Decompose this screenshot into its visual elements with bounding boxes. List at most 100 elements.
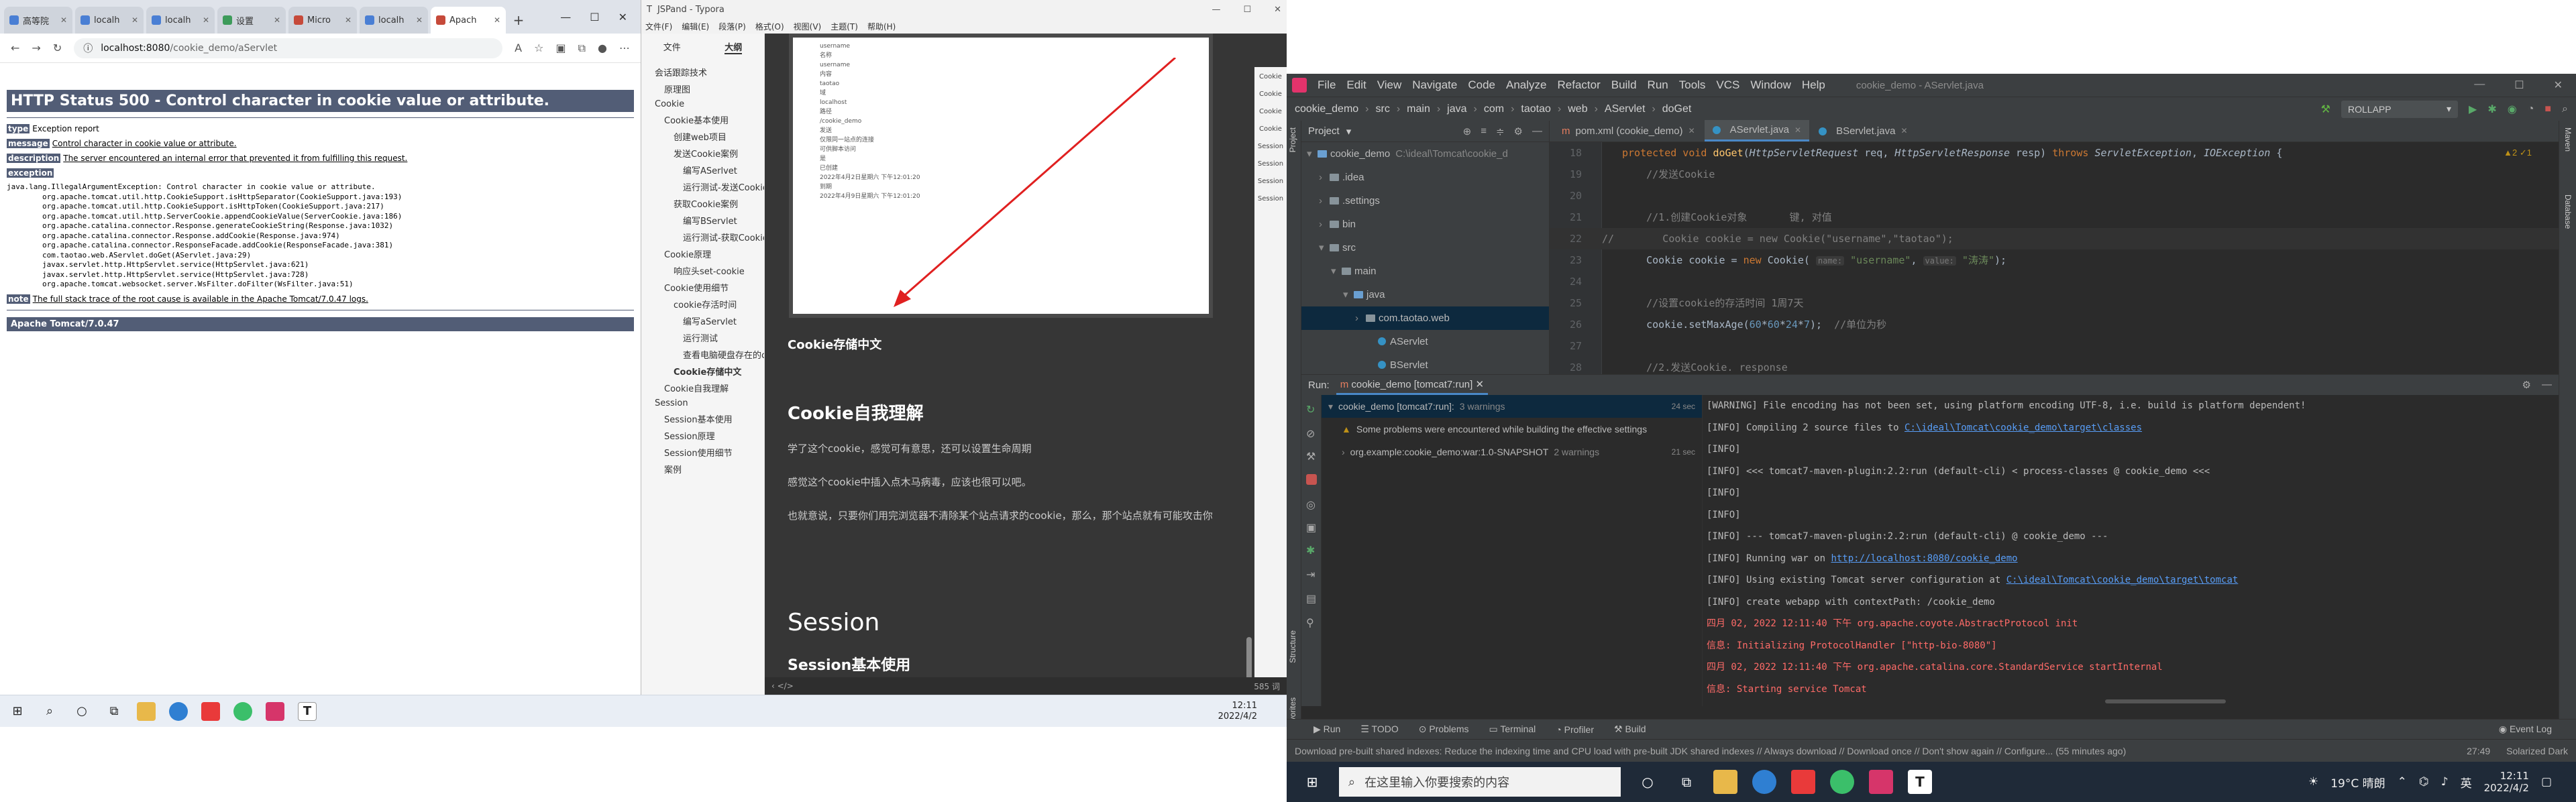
tree-node[interactable]: AServlet bbox=[1301, 330, 1549, 353]
close-icon[interactable]: ✕ bbox=[60, 15, 67, 25]
coverage-icon[interactable]: ◉ bbox=[2508, 103, 2517, 116]
console-scrollbar[interactable] bbox=[2105, 699, 2226, 703]
layout-icon[interactable]: ▤ bbox=[1306, 592, 1317, 605]
edge-icon[interactable] bbox=[1752, 770, 1776, 794]
stop-icon[interactable] bbox=[1306, 474, 1317, 485]
outline-item[interactable]: 编写aServlet bbox=[641, 312, 764, 329]
tree-node[interactable]: › .idea bbox=[1301, 166, 1549, 189]
outline-item[interactable]: Session使用细节 bbox=[641, 444, 764, 461]
console-link[interactable]: C:\ideal\Tomcat\cookie_demo\target\class… bbox=[1904, 422, 2142, 433]
minimize-icon[interactable]: — bbox=[560, 11, 571, 23]
tool-profiler[interactable]: ◔ Profiler bbox=[1556, 724, 1594, 735]
browser-tab[interactable]: localh ✕ bbox=[75, 7, 144, 34]
close-icon[interactable]: ✕ bbox=[131, 15, 138, 25]
browser-tab[interactable]: localh ✕ bbox=[360, 7, 428, 34]
close-icon[interactable]: ✕ bbox=[203, 15, 209, 25]
menu-tools[interactable]: Tools bbox=[1679, 78, 1706, 92]
cortana-icon[interactable]: ○ bbox=[1635, 770, 1660, 794]
tool-problems[interactable]: ⊙ Problems bbox=[1419, 724, 1469, 735]
tree-node[interactable]: ▾ main bbox=[1301, 260, 1549, 283]
pin-icon[interactable]: ⚲ bbox=[1306, 616, 1317, 629]
back-icon[interactable]: ← bbox=[11, 42, 19, 54]
maven-tool-tab[interactable]: Maven bbox=[2563, 127, 2573, 152]
tree-node[interactable]: › com.taotao.web bbox=[1301, 306, 1549, 330]
run-console[interactable]: [WARNING] File encoding has not been set… bbox=[1703, 395, 2559, 706]
tree-node[interactable]: › .settings bbox=[1301, 189, 1549, 213]
build-hammer-icon[interactable]: ⚒ bbox=[2321, 103, 2330, 116]
outline-item[interactable]: Session基本使用 bbox=[641, 410, 764, 427]
run-config-select[interactable]: ROLLAPP ▾ bbox=[2341, 100, 2458, 118]
tree-node[interactable]: ▾ cookie_demo C:\ideal\Tomcat\cookie_d bbox=[1301, 142, 1549, 166]
breadcrumb-item[interactable]: doGet bbox=[1662, 103, 1692, 115]
volume-icon[interactable]: ♪ bbox=[2441, 775, 2449, 789]
outline-item[interactable]: 编写ASerlvet bbox=[641, 162, 764, 178]
menu-build[interactable]: Build bbox=[1611, 78, 1637, 92]
outline-item[interactable]: Cookie使用细节 bbox=[641, 279, 764, 296]
chevron-right-icon[interactable]: ▾ bbox=[1319, 236, 1330, 260]
windows-start-icon[interactable]: ⊞ bbox=[1300, 770, 1324, 794]
tab-files[interactable]: 文件 bbox=[663, 40, 681, 54]
chevron-up-icon[interactable]: ⌃ bbox=[2398, 775, 2407, 789]
console-link[interactable]: http://localhost:8080/cookie_demo bbox=[1831, 553, 2017, 564]
menu-edit[interactable]: 编辑(E) bbox=[682, 21, 709, 32]
menu-help[interactable]: Help bbox=[1802, 78, 1825, 92]
outline-item[interactable]: 案例 bbox=[641, 461, 764, 477]
tab-outline[interactable]: 大纲 bbox=[724, 40, 743, 54]
taskbar-search[interactable]: ⌕ 在这里输入你要搜索的内容 bbox=[1339, 767, 1621, 797]
chevron-right-icon[interactable]: ▾ bbox=[1307, 142, 1318, 166]
task-view-icon[interactable]: ⧉ bbox=[105, 702, 123, 721]
close-icon[interactable]: ✕ bbox=[1274, 5, 1281, 15]
expand-icon[interactable]: ≑ bbox=[1496, 125, 1505, 137]
read-aloud-icon[interactable]: A bbox=[515, 42, 522, 54]
code-area[interactable]: ▲2 ✓1 18 protected void doGet(HttpServlet… bbox=[1550, 142, 2559, 374]
right-panel-item[interactable]: Session bbox=[1254, 160, 1287, 169]
maximize-icon[interactable]: ☐ bbox=[1243, 5, 1251, 15]
project-tool-tab[interactable]: Project bbox=[1288, 127, 1300, 152]
word-count[interactable]: 585 词 bbox=[1254, 681, 1280, 692]
chevron-down-icon[interactable]: ▾ bbox=[1346, 125, 1352, 137]
collections-icon[interactable]: ⧉ bbox=[578, 42, 586, 55]
right-panel-item[interactable]: Cookie bbox=[1254, 107, 1287, 117]
breadcrumb-item[interactable]: com bbox=[1484, 103, 1504, 115]
browser-tab[interactable]: 设置 ✕ bbox=[217, 7, 286, 34]
close-icon[interactable]: ✕ bbox=[1794, 125, 1801, 135]
outline-item[interactable]: Cookie bbox=[641, 97, 764, 111]
wrench-icon[interactable]: ⚒ bbox=[1306, 450, 1317, 463]
export-icon[interactable]: ⇥ bbox=[1306, 568, 1317, 581]
extension-icon[interactable]: ▣ bbox=[555, 42, 566, 54]
profile-icon[interactable]: ◔ bbox=[2528, 103, 2534, 115]
outline-item[interactable]: 运行测试 bbox=[641, 329, 764, 346]
search-icon[interactable]: ⌕ bbox=[2562, 103, 2568, 115]
info-icon[interactable]: ⓘ bbox=[83, 42, 93, 55]
caret-position[interactable]: 27:49 bbox=[2467, 746, 2490, 756]
tool-terminal[interactable]: ▭ Terminal bbox=[1489, 724, 1536, 735]
outline-item[interactable]: Session原理 bbox=[641, 427, 764, 444]
taskbar-clock[interactable]: 12:11 2022/4/2 bbox=[2484, 770, 2529, 794]
browser-tab[interactable]: 高等院 ✕ bbox=[4, 7, 72, 34]
search-icon[interactable]: ⌕ bbox=[40, 702, 59, 721]
tool-run[interactable]: ▶ Run bbox=[1313, 724, 1340, 735]
close-icon[interactable]: ✕ bbox=[494, 15, 500, 25]
outline-item[interactable]: 响应头set-cookie bbox=[641, 262, 764, 279]
typora-editor[interactable]: username 名称 username 内容 taotao 域 localhost 路径/c… bbox=[765, 34, 1287, 695]
right-panel-item[interactable]: Cookie bbox=[1254, 125, 1287, 134]
eye-icon[interactable]: ◎ bbox=[1306, 498, 1317, 511]
edge-icon[interactable] bbox=[169, 701, 188, 721]
reload-icon[interactable]: ↻ bbox=[53, 42, 62, 54]
breadcrumb-item[interactable]: java bbox=[1447, 103, 1466, 115]
profile-avatar[interactable]: ● bbox=[598, 42, 607, 54]
weather-text[interactable]: 19°C 晴朗 bbox=[2330, 774, 2385, 791]
close-icon[interactable]: ✕ bbox=[1900, 126, 1907, 135]
outline-item[interactable]: 原理图 bbox=[641, 80, 764, 97]
source-mode-toggle[interactable]: ‹ </> bbox=[771, 681, 794, 691]
collapse-icon[interactable]: ≡ bbox=[1481, 125, 1487, 137]
intellij-icon[interactable] bbox=[1869, 770, 1893, 794]
outline-item[interactable]: Cookie原理 bbox=[641, 245, 764, 262]
chevron-right-icon[interactable]: ▾ bbox=[1343, 283, 1354, 306]
minimize-icon[interactable]: — bbox=[1212, 5, 1220, 15]
close-icon[interactable]: ✕ bbox=[274, 15, 280, 25]
camera-icon[interactable]: ▣ bbox=[1306, 521, 1317, 534]
favorite-star-icon[interactable]: ☆ bbox=[534, 42, 543, 54]
tree-node[interactable]: ▾ src bbox=[1301, 236, 1549, 260]
app-icon[interactable] bbox=[201, 701, 220, 721]
